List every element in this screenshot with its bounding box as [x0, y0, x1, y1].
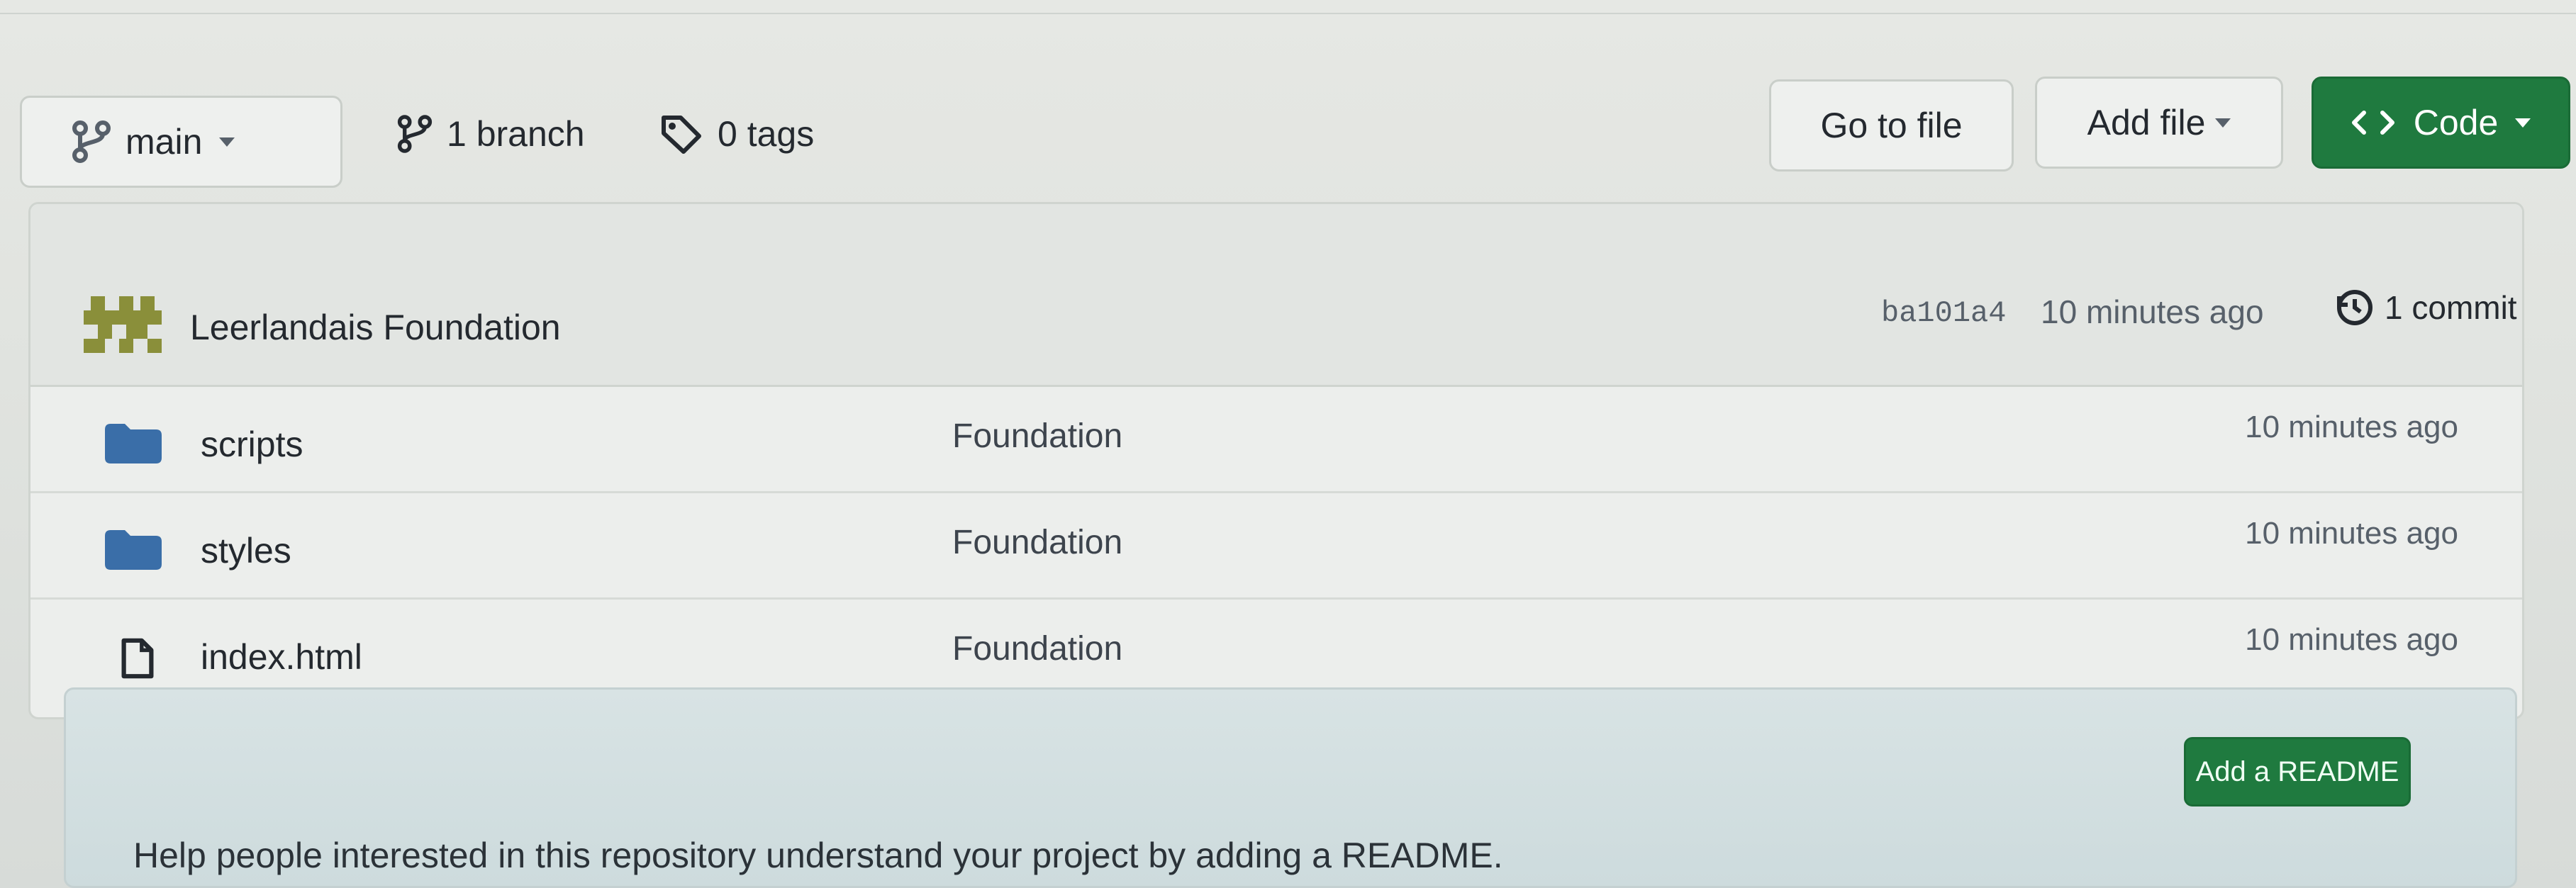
history-icon [2335, 288, 2375, 327]
file-name[interactable]: styles [201, 530, 291, 571]
commits-label: 1 commit [2385, 289, 2517, 326]
commit-message[interactable]: Foundation [952, 417, 1122, 456]
branch-selector-button[interactable]: main [20, 96, 342, 188]
commits-link[interactable]: 1 commit [2335, 288, 2517, 327]
tags-link[interactable]: 0 tags [659, 113, 814, 154]
branch-selector-label: main [126, 122, 203, 162]
branch-icon [397, 113, 433, 154]
readme-prompt-text: Help people interested in this repositor… [133, 836, 1503, 875]
tags-label: 0 tags [718, 114, 815, 154]
commit-time: 10 minutes ago [2041, 293, 2264, 330]
commit-message[interactable]: Foundation [952, 523, 1122, 562]
folder-icon [105, 530, 162, 573]
commit-sha[interactable]: ba101a4 [1881, 296, 2006, 330]
file-time: 10 minutes ago [2245, 622, 2458, 657]
add-file-label: Add file [2087, 103, 2206, 142]
file-name[interactable]: index.html [201, 636, 362, 678]
go-to-file-button[interactable]: Go to file [1769, 79, 2014, 172]
file-time: 10 minutes ago [2245, 410, 2458, 444]
file-time: 10 minutes ago [2245, 516, 2458, 551]
commit-author[interactable]: Leerlandais Foundation [190, 307, 561, 348]
file-name[interactable]: scripts [201, 424, 303, 465]
code-button[interactable]: Code [2312, 77, 2570, 169]
go-to-file-label: Go to file [1820, 106, 1963, 145]
avatar[interactable] [84, 296, 162, 353]
add-file-button[interactable]: Add file [2035, 77, 2283, 169]
latest-commit-header: Leerlandais Foundation ba101a4 10 minute… [30, 204, 2522, 387]
branch-icon [72, 120, 111, 164]
commit-message[interactable]: Foundation [952, 629, 1122, 668]
tag-icon [659, 113, 703, 154]
chevron-down-icon [219, 137, 235, 147]
readme-prompt-box: Help people interested in this repositor… [64, 687, 2517, 888]
chevron-down-icon [2215, 118, 2231, 128]
code-label: Code [2413, 103, 2499, 142]
file-row[interactable]: styles Foundation 10 minutes ago [30, 491, 2522, 600]
folder-icon [105, 424, 162, 467]
file-icon [119, 636, 156, 684]
code-icon [2351, 108, 2395, 137]
add-readme-label: Add a README [2195, 755, 2399, 787]
file-row[interactable]: scripts Foundation 10 minutes ago [30, 385, 2522, 493]
top-divider [0, 13, 2576, 14]
branches-label: 1 branch [447, 114, 585, 154]
file-list-panel: Leerlandais Foundation ba101a4 10 minute… [28, 202, 2524, 719]
branches-link[interactable]: 1 branch [397, 113, 585, 154]
add-readme-button[interactable]: Add a README [2184, 737, 2411, 806]
chevron-down-icon [2515, 118, 2531, 128]
